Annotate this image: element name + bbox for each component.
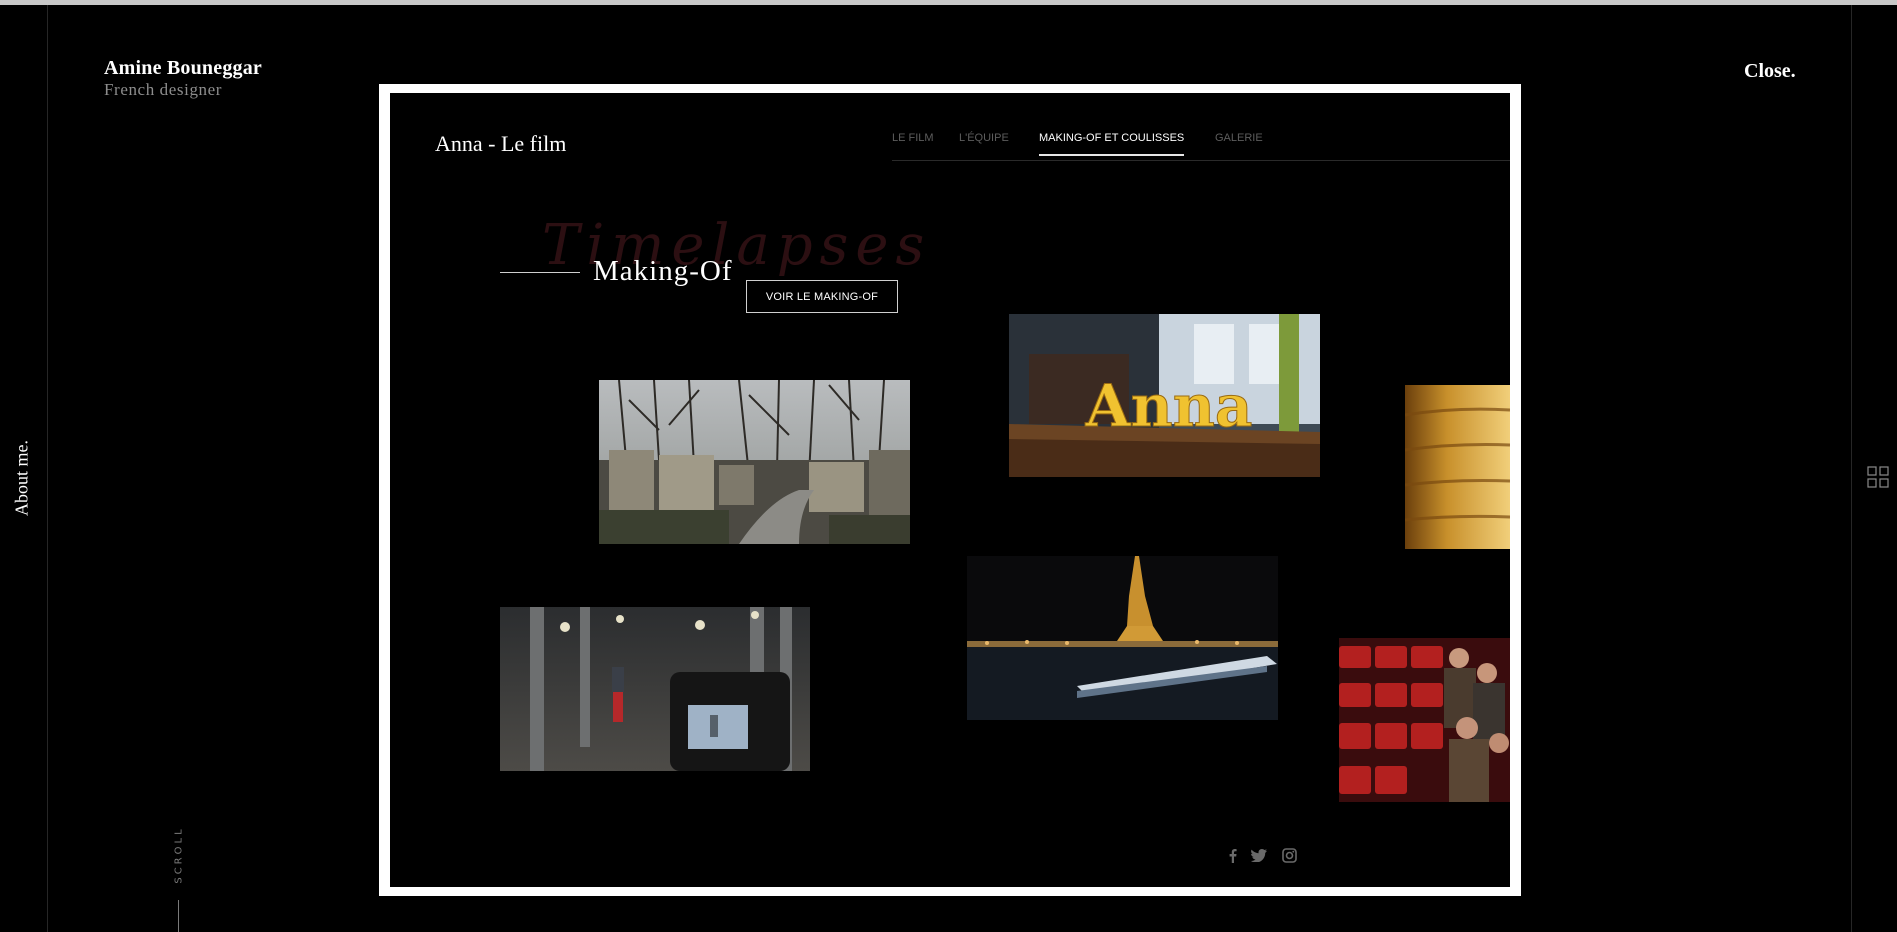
about-me-link[interactable]: About me. (12, 440, 33, 516)
nav-galerie[interactable]: GALERIE (1215, 132, 1263, 154)
photo-cemetery[interactable] (599, 380, 910, 544)
section-title: Making-Of (593, 255, 733, 287)
nav-le-film[interactable]: LE FILM (892, 132, 934, 154)
photo-anna-letters[interactable]: Anna (1009, 314, 1320, 477)
photo-eiffel-tower[interactable] (967, 556, 1278, 720)
anna-letters-text: Anna (1085, 372, 1253, 440)
photo-theater-seats[interactable] (1339, 638, 1510, 802)
scroll-label: SCROLL (173, 826, 185, 884)
instagram-icon[interactable] (1280, 846, 1298, 864)
close-button[interactable]: Close. (1744, 60, 1796, 83)
photo-theater-detail[interactable] (1405, 385, 1510, 549)
facebook-icon[interactable] (1225, 846, 1241, 864)
right-divider (1851, 5, 1852, 932)
scroll-indicator-line (178, 900, 179, 932)
nav-equipe[interactable]: L'ÉQUIPE (959, 132, 1009, 154)
project-preview: Anna - Le film LE FILM L'ÉQUIPE MAKING-O… (390, 93, 1510, 887)
heading-line (500, 272, 580, 273)
designer-name[interactable]: Amine Bouneggar (104, 57, 262, 80)
twitter-icon[interactable] (1250, 846, 1268, 864)
site-nav: LE FILM L'ÉQUIPE MAKING-OF ET COULISSES … (892, 130, 1510, 161)
left-divider (47, 5, 48, 932)
grid-icon[interactable] (1867, 466, 1889, 488)
top-border (0, 0, 1897, 5)
site-title[interactable]: Anna - Le film (435, 131, 566, 157)
watch-making-of-button[interactable]: VOIR LE MAKING-OF (746, 280, 898, 313)
nav-making-of[interactable]: MAKING-OF ET COULISSES (1039, 132, 1185, 156)
photo-camera[interactable] (500, 607, 810, 771)
designer-subtitle: French designer (104, 80, 223, 99)
